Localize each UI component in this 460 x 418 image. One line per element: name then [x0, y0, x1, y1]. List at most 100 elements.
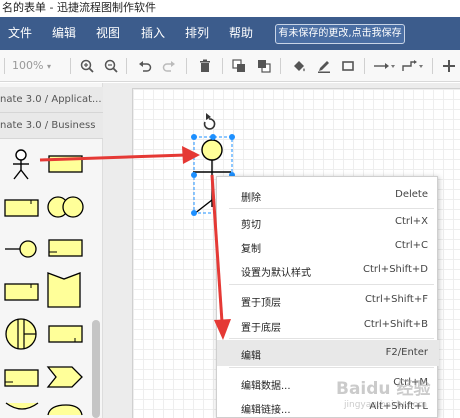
- window-title: 名的表单 - 迅捷流程图制作软件: [0, 0, 460, 17]
- ctx-edit-data-label: 编辑数据...: [241, 381, 291, 392]
- ctx-cut-shortcut: Ctrl+X: [394, 216, 428, 227]
- line-color-button[interactable]: [315, 50, 333, 82]
- ctx-edit[interactable]: 编辑 F2/Enter: [217, 340, 439, 366]
- rotate-handle-icon[interactable]: [203, 113, 216, 130]
- delete-button[interactable]: [196, 50, 214, 82]
- waypoints-button[interactable]: [400, 50, 424, 82]
- chevron-down-icon: ▾: [46, 62, 51, 71]
- toolbar-divider: [186, 58, 187, 74]
- app-window: { "window": {"title": "名的表单 - 迅捷流程图制作软件"…: [0, 0, 460, 418]
- ctx-edit-label: 编辑: [241, 351, 261, 362]
- zoom-out-button[interactable]: [102, 50, 120, 82]
- process-shape[interactable]: [48, 323, 84, 345]
- ctx-cut-label: 剪切: [241, 220, 261, 231]
- double-circle-shape[interactable]: [46, 193, 86, 221]
- ctx-set-default-style-label: 设置为默认样式: [241, 268, 311, 279]
- menu-edit[interactable]: 编辑: [52, 17, 76, 50]
- ctx-edit-data-shortcut: Ctrl+M: [393, 377, 428, 388]
- ctx-edit-shortcut: F2/Enter: [385, 347, 428, 358]
- ctx-copy-shortcut: Ctrl+C: [394, 240, 428, 251]
- chevron-process-shape[interactable]: [46, 363, 84, 391]
- zoom-value: 100%: [12, 59, 44, 72]
- resize-handle[interactable]: [229, 134, 235, 140]
- resize-handle[interactable]: [191, 134, 197, 140]
- undo-icon: [139, 61, 152, 72]
- to-back-button[interactable]: [255, 50, 273, 82]
- arrow-right-icon: [374, 63, 395, 69]
- shape-library-sidebar: nate 3.0 / Applicat... nate 3.0 / Busine…: [0, 83, 103, 418]
- data-object-shape[interactable]: [48, 237, 84, 259]
- menu-arrange[interactable]: 排列: [185, 17, 209, 50]
- pentagon-flag-shape[interactable]: [46, 271, 82, 311]
- toolbar: 100% ▾: [0, 50, 460, 82]
- zoom-in-button[interactable]: [78, 50, 96, 82]
- ctx-copy[interactable]: 复制 Ctrl+C: [217, 233, 439, 259]
- toolbar-divider: [364, 58, 365, 74]
- to-front-button[interactable]: [230, 50, 248, 82]
- trash-icon: [200, 59, 210, 72]
- ctx-set-default-style-shortcut: Ctrl+Shift+D: [363, 264, 428, 275]
- to-front-icon: [232, 59, 245, 72]
- rectangle-icon: [342, 61, 354, 71]
- ctx-to-front-shortcut: Ctrl+Shift+F: [364, 294, 428, 305]
- interface-shape[interactable]: [4, 197, 40, 219]
- split-circle-shape[interactable]: [4, 317, 40, 351]
- ctx-delete-label: 删除: [241, 193, 261, 204]
- partial-shape-left[interactable]: [4, 401, 40, 415]
- partial-shape-right[interactable]: [46, 403, 84, 417]
- task-shape[interactable]: [4, 367, 40, 389]
- ctx-edit-link[interactable]: 编辑链接... Alt+Shift+L: [217, 394, 439, 418]
- resize-handle[interactable]: [191, 210, 197, 216]
- menu-insert[interactable]: 插入: [141, 17, 165, 50]
- sidebar-scrollbar[interactable]: [92, 320, 100, 418]
- resize-handle[interactable]: [210, 134, 216, 140]
- undo-button[interactable]: [136, 50, 154, 82]
- to-back-icon: [258, 60, 271, 73]
- zoom-in-icon: [80, 59, 94, 73]
- toolbar-divider: [432, 58, 433, 74]
- library-section-business[interactable]: nate 3.0 / Business: [0, 113, 103, 139]
- insert-button[interactable]: [440, 50, 458, 82]
- menu-divider: [229, 367, 434, 368]
- ctx-to-back-shortcut: Ctrl+Shift+B: [363, 319, 428, 330]
- redo-icon: [162, 61, 175, 72]
- ctx-copy-label: 复制: [241, 244, 261, 255]
- zoom-out-icon: [104, 59, 118, 73]
- ctx-to-front[interactable]: 置于顶层 Ctrl+Shift+F: [217, 287, 439, 313]
- toolbar-divider: [280, 58, 281, 74]
- actor-shape[interactable]: [6, 148, 36, 182]
- ctx-to-back[interactable]: 置于底层 Ctrl+Shift+B: [217, 312, 439, 338]
- menu-file[interactable]: 文件: [8, 17, 32, 50]
- plus-icon: [443, 60, 455, 72]
- connection-style-button[interactable]: [372, 50, 396, 82]
- toolbar-divider: [126, 58, 127, 74]
- component-shape[interactable]: [48, 153, 84, 175]
- paint-bucket-icon: [294, 61, 305, 72]
- ctx-edit-data[interactable]: 编辑数据... Ctrl+M: [217, 370, 439, 396]
- elbow-connector-icon: [402, 60, 423, 71]
- context-menu: 删除 Delete 剪切 Ctrl+X 复制 Ctrl+C 设置为默认样式 Ct…: [216, 176, 439, 418]
- toolbar-divider: [70, 58, 71, 74]
- lollipop-shape[interactable]: [4, 237, 40, 261]
- ctx-cut[interactable]: 剪切 Ctrl+X: [217, 209, 439, 235]
- ctx-delete[interactable]: 删除 Delete: [217, 182, 439, 208]
- toolbar-divider: [222, 58, 223, 74]
- pencil-icon: [318, 61, 330, 73]
- menu-view[interactable]: 视图: [96, 17, 120, 50]
- zoom-select[interactable]: 100% ▾: [12, 58, 64, 74]
- ctx-to-back-label: 置于底层: [241, 323, 281, 334]
- menu-help[interactable]: 帮助: [229, 17, 253, 50]
- unsaved-changes-button[interactable]: 有未保存的更改,点击我保存: [275, 24, 405, 44]
- ctx-edit-link-shortcut: Alt+Shift+L: [369, 401, 428, 412]
- shadow-button[interactable]: [339, 50, 357, 82]
- library-section-application[interactable]: nate 3.0 / Applicat...: [0, 87, 103, 113]
- ctx-set-default-style[interactable]: 设置为默认样式 Ctrl+Shift+D: [217, 257, 439, 283]
- node-shape[interactable]: [4, 281, 40, 303]
- ctx-delete-shortcut: Delete: [395, 189, 428, 200]
- redo-button[interactable]: [160, 50, 178, 82]
- resize-handle[interactable]: [191, 172, 197, 178]
- fill-color-button[interactable]: [290, 50, 308, 82]
- menu-divider: [229, 338, 434, 339]
- menu-divider: [229, 284, 434, 285]
- ctx-to-front-label: 置于顶层: [241, 298, 281, 309]
